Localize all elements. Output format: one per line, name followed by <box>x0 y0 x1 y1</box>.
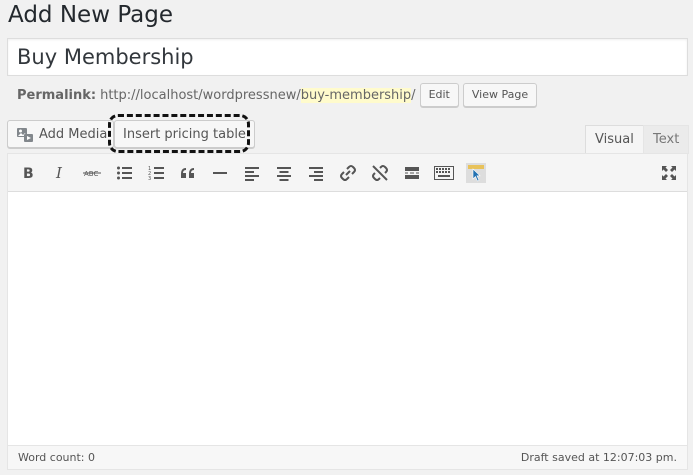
strikethrough-icon[interactable]: ABC <box>80 161 104 185</box>
svg-text:B: B <box>23 166 34 181</box>
add-media-button[interactable]: Add Media <box>7 120 115 148</box>
media-icon <box>16 125 34 143</box>
permalink-row: Permalink: http://localhost/wordpressnew… <box>17 83 538 107</box>
word-count: Word count: 0 <box>18 451 96 464</box>
editor: B I ABC 123 Word count: 0 Draft saved at… <box>7 153 688 470</box>
bulleted-list-icon[interactable] <box>112 161 136 185</box>
insert-link-icon[interactable] <box>336 161 360 185</box>
svg-text:ABC: ABC <box>84 170 98 178</box>
blockquote-icon[interactable] <box>176 161 200 185</box>
pricing-table-icon[interactable] <box>464 161 488 185</box>
add-media-label: Add Media <box>39 126 108 142</box>
view-page-button[interactable]: View Page <box>462 83 538 107</box>
edit-permalink-button[interactable]: Edit <box>419 83 459 107</box>
tab-visual[interactable]: Visual <box>585 125 644 154</box>
editor-status-bar: Word count: 0 Draft saved at 12:07:03 pm… <box>8 445 687 469</box>
align-center-icon[interactable] <box>272 161 296 185</box>
draft-saved-status: Draft saved at 12:07:03 pm. <box>520 451 677 464</box>
page-title-input[interactable]: Buy Membership <box>7 38 688 76</box>
page-title: Add New Page <box>8 2 173 28</box>
read-more-icon[interactable] <box>400 161 424 185</box>
numbered-list-icon[interactable]: 123 <box>144 161 168 185</box>
highlight-outline <box>108 114 250 153</box>
toolbar-toggle-icon[interactable] <box>432 161 456 185</box>
permalink-trail: / <box>411 87 416 103</box>
permalink-label: Permalink: <box>17 87 97 103</box>
tab-text[interactable]: Text <box>643 125 690 154</box>
align-left-icon[interactable] <box>240 161 264 185</box>
fullscreen-icon[interactable] <box>657 161 681 185</box>
svg-text:3: 3 <box>148 176 151 181</box>
editor-content-area[interactable] <box>8 192 687 445</box>
align-right-icon[interactable] <box>304 161 328 185</box>
permalink-base-url[interactable]: http://localhost/wordpressnew/ <box>100 88 301 103</box>
italic-icon[interactable]: I <box>48 161 72 185</box>
permalink-slug[interactable]: buy-membership <box>300 87 412 103</box>
editor-toolbar: B I ABC 123 <box>8 154 687 192</box>
horizontal-line-icon[interactable] <box>208 161 232 185</box>
bold-icon[interactable]: B <box>16 161 40 185</box>
remove-link-icon[interactable] <box>368 161 392 185</box>
svg-text:I: I <box>55 165 63 181</box>
